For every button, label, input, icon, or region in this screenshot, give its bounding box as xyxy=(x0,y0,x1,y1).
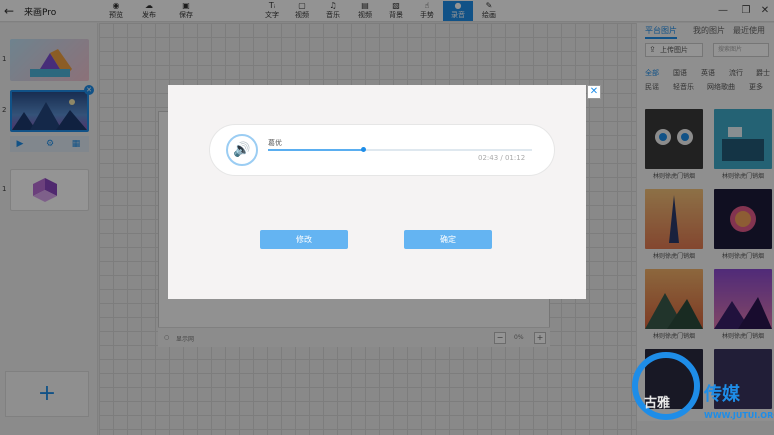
confirm-button[interactable]: 确定 xyxy=(404,230,492,249)
audio-progress-handle[interactable] xyxy=(361,147,367,152)
track-name: 葛优 xyxy=(268,139,282,147)
speaker-icon[interactable]: 🔊 xyxy=(226,134,258,166)
audio-progress-fill xyxy=(268,149,364,151)
track-time: 02:43 / 01:12 xyxy=(478,154,526,162)
audio-progress-bar[interactable] xyxy=(268,147,532,152)
watermark-url: WWW.JUTUI.ORG xyxy=(704,411,774,420)
watermark-logo-text: 古雅 xyxy=(644,396,671,411)
audio-player: 🔊 葛优 02:43 / 01:12 xyxy=(210,125,554,175)
audio-dialog: 🔊 葛优 02:43 / 01:12 修改 确定 xyxy=(168,85,586,299)
modify-button[interactable]: 修改 xyxy=(260,230,348,249)
watermark-brand: 传媒 xyxy=(704,384,740,405)
close-icon[interactable]: ✕ xyxy=(587,85,601,99)
